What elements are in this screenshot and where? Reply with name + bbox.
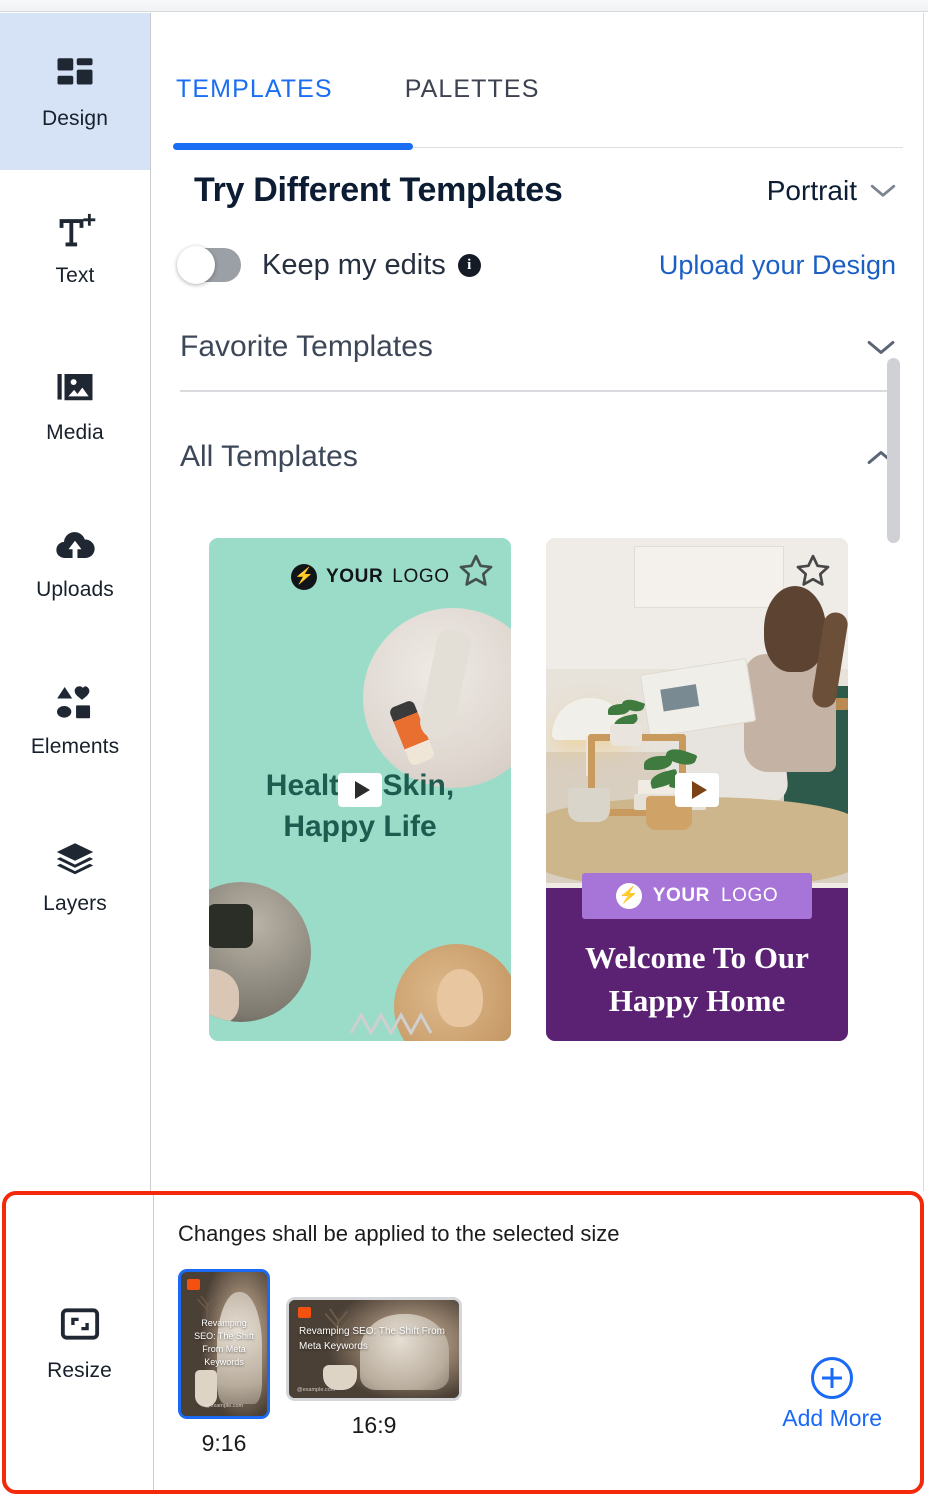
- plus-circle-icon: [811, 1357, 854, 1399]
- window-top-strip: [0, 0, 928, 12]
- thumbnail-title: Revamping SEO: The Shift From Meta Keywo…: [299, 1325, 445, 1352]
- size-ratio-label: 9:16: [201, 1430, 247, 1456]
- add-more-label: Add More: [782, 1405, 882, 1431]
- play-icon[interactable]: [675, 772, 719, 807]
- template-card[interactable]: ⚡ YOUR LOGO Healthy Skin, Happy Life: [209, 538, 511, 1041]
- brand-mark-icon: [297, 1306, 311, 1318]
- template-logo: ⚡ YOUR LOGO: [291, 564, 450, 590]
- section-title: Favorite Templates: [180, 330, 433, 363]
- logo-your: YOUR: [652, 885, 710, 906]
- sidebar-item-label: Media: [46, 420, 104, 444]
- orientation-dropdown[interactable]: Portrait: [767, 175, 896, 207]
- chevron-down-icon: [870, 183, 896, 199]
- info-icon[interactable]: i: [457, 253, 481, 277]
- page-title: Try Different Templates: [194, 171, 563, 209]
- upload-your-design-link[interactable]: Upload your Design: [659, 250, 896, 281]
- layers-icon: [54, 838, 96, 880]
- upload-icon: [54, 524, 96, 566]
- sidebar-item-label: Uploads: [36, 577, 114, 601]
- thumbnail-url: @example.com: [297, 1387, 336, 1394]
- logo-your: YOUR: [326, 566, 384, 587]
- sidebar-item-label: Elements: [30, 734, 120, 758]
- add-more-button[interactable]: Add More: [782, 1357, 882, 1432]
- tab-active-underline: [173, 143, 413, 150]
- logo-logo: LOGO: [392, 566, 450, 587]
- tab-palettes[interactable]: PALETTES: [405, 75, 540, 104]
- left-sidebar: Design Text Media Uploads Elements Layer…: [0, 13, 151, 1191]
- sidebar-item-label: Design: [42, 106, 108, 130]
- star-outline-icon[interactable]: [457, 552, 495, 590]
- template-photo-hand: [209, 882, 311, 1022]
- size-thumbnail: Revamping SEO: The Shift From Meta Keywo…: [178, 1269, 270, 1419]
- vase-shape: [194, 1369, 218, 1408]
- section-title: All Templates: [180, 440, 358, 473]
- thumbnail-url: @example.com: [204, 1402, 244, 1409]
- sidebar-item-label: Layers: [43, 891, 107, 915]
- grid-icon: [54, 53, 96, 95]
- resize-note: Changes shall be applied to the selected…: [178, 1221, 620, 1246]
- text-add-icon: [54, 210, 96, 252]
- shapes-icon: [54, 681, 96, 723]
- wall-art: [634, 546, 784, 608]
- headline-line-2: Happy Home: [608, 983, 786, 1019]
- sidebar-item-elements[interactable]: Elements: [0, 641, 150, 798]
- headline-line-1: Welcome To Our: [585, 940, 809, 975]
- keep-my-edits-label: Keep my edits: [262, 248, 446, 281]
- templates-grid: ⚡ YOUR LOGO Healthy Skin, Happy Life ⚡ Y…: [152, 500, 924, 1041]
- panel-scrollbar[interactable]: [887, 358, 900, 543]
- person-hair-shape: [764, 586, 826, 672]
- sidebar-item-design[interactable]: Design: [0, 13, 150, 170]
- sidebar-item-label: Text: [55, 263, 95, 287]
- sidebar-item-media[interactable]: Media: [0, 327, 150, 484]
- orientation-value: Portrait: [766, 174, 857, 206]
- resize-label: Resize: [47, 1358, 112, 1382]
- resize-body: Changes shall be applied to the selected…: [155, 1195, 920, 1490]
- image-icon: [54, 367, 96, 409]
- zigzag-decoration: [349, 1011, 439, 1035]
- size-ratio-label: 16:9: [351, 1412, 397, 1438]
- size-options: Revamping SEO: The Shift From Meta Keywo…: [178, 1269, 920, 1457]
- all-templates-section: All Templates: [180, 392, 896, 500]
- toggle-knob: [177, 246, 215, 284]
- template-card[interactable]: ⚡ YOUR LOGO Welcome To Our Happy Home: [546, 538, 848, 1041]
- star-outline-icon[interactable]: [794, 552, 832, 590]
- all-templates-header[interactable]: All Templates: [180, 440, 896, 500]
- favorite-templates-section: Favorite Templates: [180, 282, 896, 392]
- keep-my-edits-toggle[interactable]: [177, 246, 241, 284]
- bolt-icon: ⚡: [291, 564, 317, 590]
- size-option-9-16[interactable]: Revamping SEO: The Shift From Meta Keywo…: [178, 1269, 270, 1457]
- size-option-16-9[interactable]: Revamping SEO: The Shift From Meta Keywo…: [286, 1269, 462, 1439]
- panel-tabs: TEMPLATES PALETTES: [152, 13, 924, 150]
- sidebar-item-layers[interactable]: Layers: [0, 798, 150, 955]
- templates-panel: TEMPLATES PALETTES Try Different Templat…: [152, 13, 924, 1191]
- template-headline: Welcome To Our Happy Home: [546, 936, 848, 1023]
- template-logo: ⚡ YOUR LOGO: [581, 873, 813, 919]
- play-icon[interactable]: [338, 772, 382, 807]
- bolt-icon: ⚡: [615, 883, 642, 909]
- pot-shape: [568, 788, 610, 822]
- app-root: Design Text Media Uploads Elements Layer…: [0, 0, 928, 1496]
- thumbnail-title: Revamping SEO: The Shift From Meta Keywo…: [194, 1317, 254, 1367]
- sidebar-item-text[interactable]: Text: [0, 170, 150, 327]
- favorite-templates-header[interactable]: Favorite Templates: [180, 330, 896, 390]
- tab-templates[interactable]: TEMPLATES: [176, 75, 333, 104]
- template-logo-band: ⚡ YOUR LOGO: [546, 856, 848, 936]
- brand-mark-icon: [187, 1279, 201, 1291]
- sidebar-item-uploads[interactable]: Uploads: [0, 484, 150, 641]
- resize-icon: [59, 1303, 101, 1345]
- pot-shape: [610, 724, 642, 746]
- resize-panel: Resize Changes shall be applied to the s…: [2, 1191, 924, 1494]
- panel-right-edge: [923, 13, 924, 1191]
- resize-rail[interactable]: Resize: [6, 1195, 154, 1490]
- template-photo-skincare: [363, 608, 511, 788]
- size-thumbnail: Revamping SEO: The Shift From Meta Keywo…: [286, 1297, 462, 1401]
- headline-line-2: Happy Life: [283, 809, 437, 843]
- logo-logo: LOGO: [720, 885, 779, 906]
- edits-row: Keep my edits i Upload your Design: [152, 210, 924, 284]
- panel-header: Try Different Templates Portrait: [152, 144, 924, 210]
- chevron-down-icon: [866, 338, 896, 357]
